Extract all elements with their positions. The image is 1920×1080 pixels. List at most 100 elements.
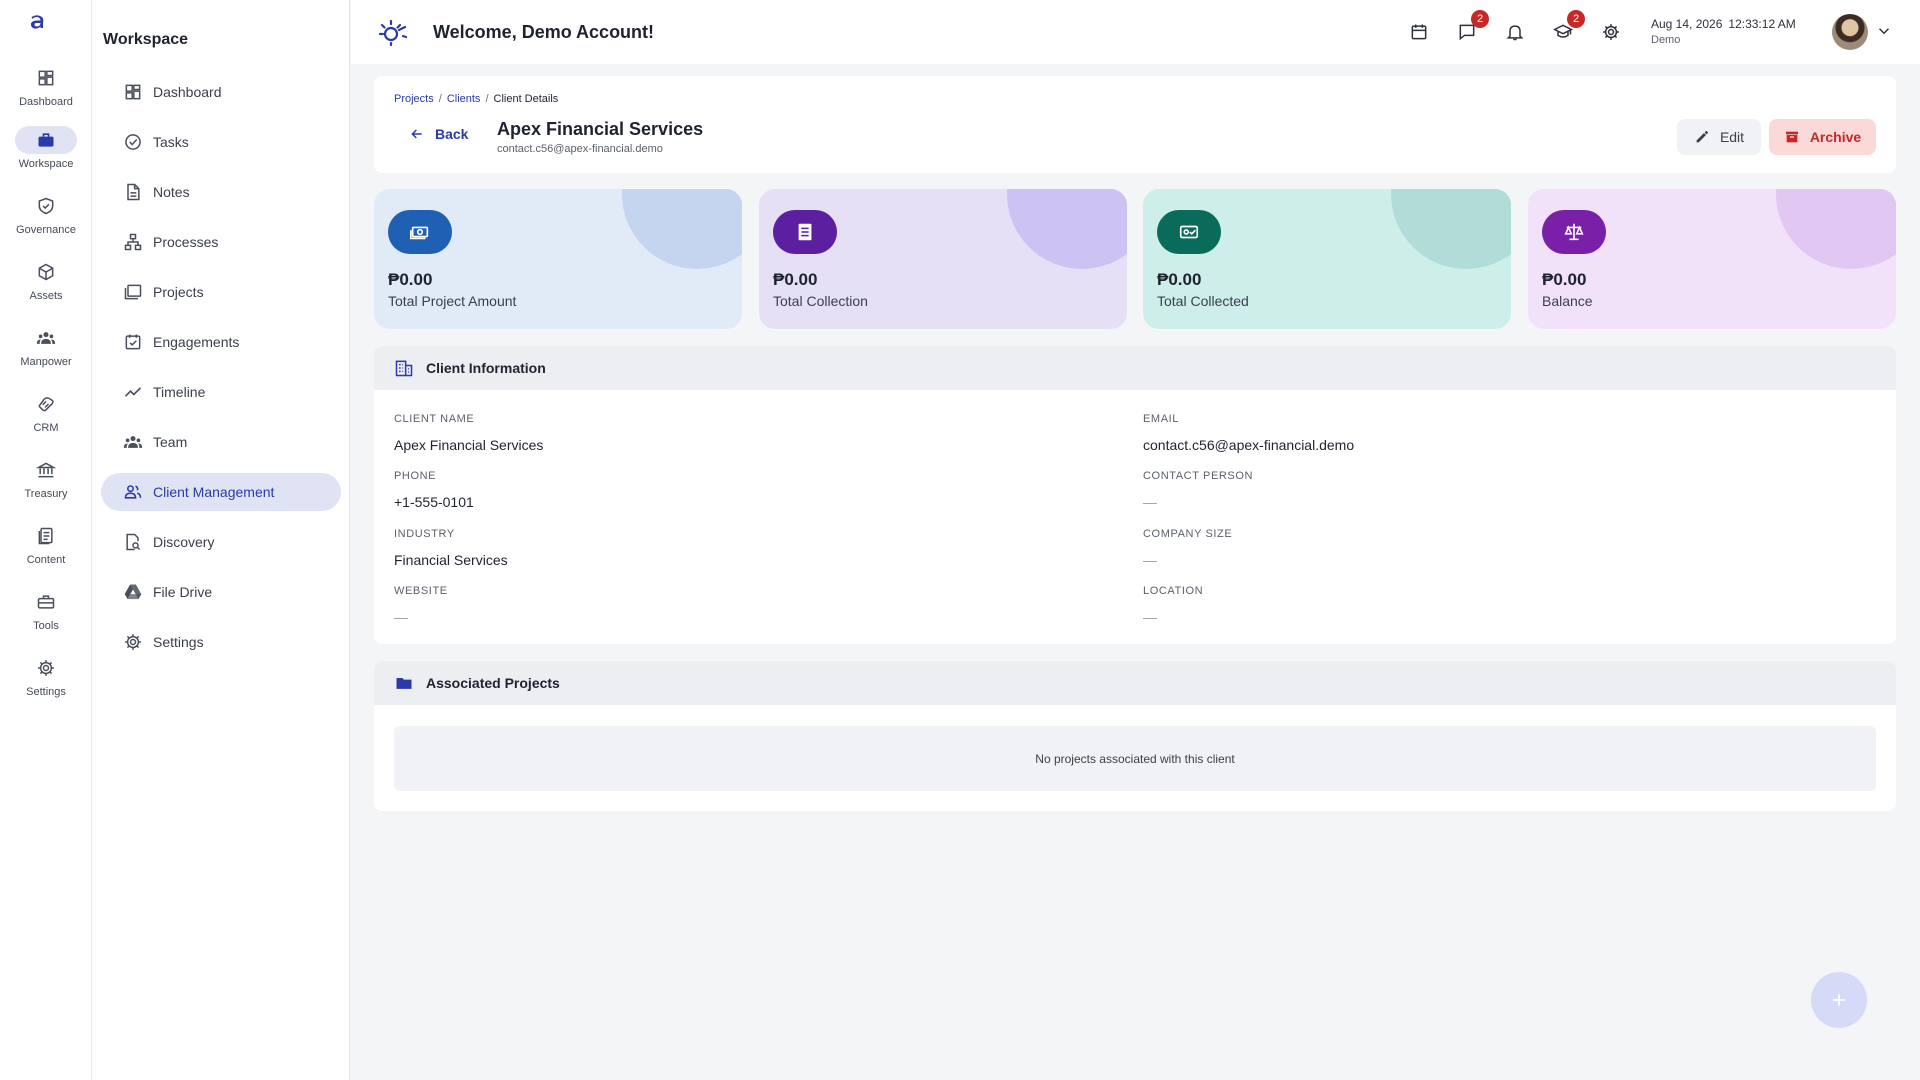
edit-button[interactable]: Edit (1677, 119, 1761, 155)
stat-card-balance: ₱0.00 Balance (1528, 189, 1896, 329)
folders-icon (124, 284, 142, 300)
section-title: Associated Projects (426, 675, 560, 691)
field-industry: INDUSTRY Financial Services (394, 528, 508, 568)
stat-card-total-project-amount: ₱0.00 Total Project Amount (374, 189, 742, 329)
stat-label: Total Project Amount (388, 293, 517, 309)
sidebar-item-notes[interactable]: Notes (101, 173, 341, 211)
sidebar-item-label: Team (153, 434, 188, 450)
sidebar-item-label: Tasks (153, 134, 189, 150)
rail-label: Tools (33, 620, 59, 632)
pencil-icon (1696, 131, 1708, 143)
calendar-check-icon (125, 334, 141, 350)
sidebar-item-discovery[interactable]: Discovery (101, 523, 341, 561)
field-label: PHONE (394, 470, 437, 482)
rail-treasury[interactable]: Treasury (0, 456, 92, 516)
toolbox-icon (37, 595, 55, 609)
stat-decoration (1391, 189, 1511, 269)
field-label: EMAIL (1143, 413, 1180, 425)
stat-card-total-collected: ₱0.00 Total Collected (1143, 189, 1511, 329)
bank-icon (36, 462, 56, 478)
gear-icon (125, 634, 141, 650)
rail-label: CRM (33, 422, 59, 434)
sidebar-item-team[interactable]: Team (101, 423, 341, 461)
field-website: WEBSITE — (394, 585, 448, 625)
rail-manpower[interactable]: Manpower (0, 324, 92, 384)
sidebar-item-dashboard[interactable]: Dashboard (101, 73, 341, 111)
sidebar-item-label: Client Management (153, 484, 275, 500)
dashboard-icon (38, 70, 54, 86)
sidebar-item-timeline[interactable]: Timeline (101, 373, 341, 411)
top-header: Welcome, Demo Account! 2 2 Aug 14, 2026 1… (351, 0, 1920, 64)
sidebar-item-settings[interactable]: Settings (101, 623, 341, 661)
chevron-down-icon[interactable] (1875, 22, 1893, 40)
sun-gear-icon[interactable] (377, 16, 409, 48)
stat-label: Total Collected (1157, 293, 1249, 309)
rail-label: Manpower (20, 356, 72, 368)
sidebar-item-file-drive[interactable]: File Drive (101, 573, 341, 611)
sidebar-item-label: Dashboard (153, 84, 222, 100)
rail-content[interactable]: Content (0, 522, 92, 582)
settings-button[interactable] (1599, 20, 1623, 44)
stat-label: Balance (1542, 293, 1593, 309)
stat-icon-badge (1157, 210, 1221, 254)
back-button[interactable]: Back (409, 126, 468, 142)
breadcrumb: Projects / Clients / Client Details (394, 93, 559, 105)
learning-badge: 2 (1567, 10, 1585, 28)
sidebar-item-projects[interactable]: Projects (101, 273, 341, 311)
gear-icon (1603, 24, 1619, 40)
messages-badge: 2 (1471, 10, 1489, 28)
rail-label: Settings (26, 686, 66, 698)
messages-button[interactable]: 2 (1455, 10, 1489, 44)
calendar-button[interactable] (1407, 20, 1431, 44)
add-fab-button[interactable] (1811, 972, 1867, 1028)
rail-dashboard[interactable]: Dashboard (0, 64, 92, 124)
breadcrumb-projects[interactable]: Projects (394, 93, 434, 105)
rail-governance[interactable]: Governance (0, 192, 92, 252)
sidebar-item-label: Discovery (153, 534, 215, 550)
sidebar-item-processes[interactable]: Processes (101, 223, 341, 261)
stat-decoration (622, 189, 742, 269)
stat-icon-badge (388, 210, 452, 254)
sidebar-item-client-management[interactable]: Client Management (101, 473, 341, 511)
archive-button[interactable]: Archive (1769, 119, 1876, 155)
bell-icon (1506, 25, 1524, 41)
rail-assets[interactable]: Assets (0, 258, 92, 318)
scale-icon (1564, 223, 1584, 241)
learning-button[interactable]: 2 (1551, 10, 1585, 44)
current-time: 12:33:12 AM (1728, 17, 1796, 31)
workspace-sidebar: Workspace Dashboard Tasks Notes Processe… (92, 0, 350, 1080)
field-value: — (1143, 552, 1157, 568)
hierarchy-icon (124, 233, 142, 251)
document-icon (38, 527, 53, 545)
notifications-button[interactable] (1503, 20, 1527, 44)
field-value: contact.c56@apex-financial.demo (1143, 437, 1355, 453)
sidebar-item-tasks[interactable]: Tasks (101, 123, 341, 161)
sidebar-item-engagements[interactable]: Engagements (101, 323, 341, 361)
client-icon (124, 485, 142, 499)
rail-label: Workspace (18, 158, 74, 170)
stat-decoration (1007, 189, 1127, 269)
field-email: EMAIL contact.c56@apex-financial.demo (1143, 413, 1354, 453)
shield-icon (38, 197, 54, 215)
field-value: +1-555-0101 (394, 494, 474, 510)
stat-amount: ₱0.00 (773, 270, 818, 289)
field-company-size: COMPANY SIZE — (1143, 528, 1232, 568)
rail-settings[interactable]: Settings (0, 654, 92, 714)
field-client-name: CLIENT NAME Apex Financial Services (394, 413, 543, 453)
rail-tools[interactable]: Tools (0, 588, 92, 648)
stat-amount: ₱0.00 (1542, 270, 1587, 289)
avatar[interactable] (1832, 14, 1868, 50)
app-logo[interactable] (27, 12, 47, 32)
field-contact-person: CONTACT PERSON — (1143, 470, 1253, 510)
date-time: Aug 14, 2026 12:33:12 AM (1651, 17, 1796, 31)
rail-workspace[interactable]: Workspace (0, 126, 92, 186)
sidebar-item-label: Projects (153, 284, 204, 300)
people-icon (123, 436, 143, 448)
stat-amount: ₱0.00 (1157, 270, 1202, 289)
field-value: — (394, 609, 408, 625)
app-rail: Dashboard Workspace Governance Assets Ma… (0, 0, 92, 1080)
breadcrumb-clients[interactable]: Clients (447, 93, 481, 105)
field-label: LOCATION (1143, 585, 1204, 597)
rail-crm[interactable]: CRM (0, 390, 92, 450)
drive-icon (124, 584, 142, 600)
